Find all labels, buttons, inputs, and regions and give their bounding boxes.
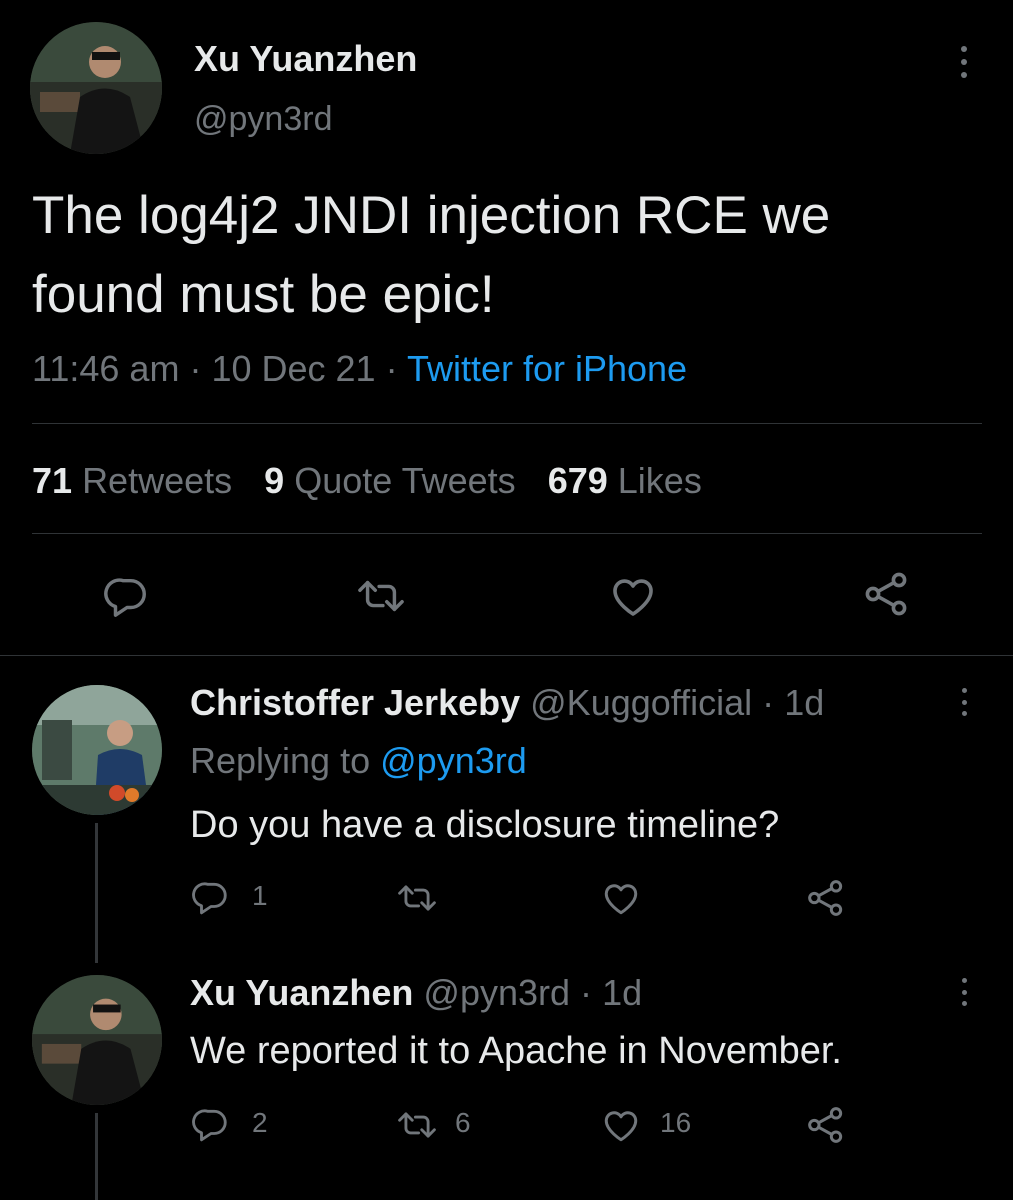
reply-author-handle[interactable]: @Kuggofficial — [530, 682, 752, 723]
replying-to-label: Replying to — [190, 740, 371, 781]
retweet-icon[interactable] — [355, 573, 407, 619]
reply-header: Xu Yuanzhen @pyn3rd · 1d — [190, 972, 642, 1014]
tweet-time[interactable]: 11:46 am — [32, 348, 179, 389]
reply-text: We reported it to Apache in November. — [190, 1030, 842, 1072]
like-icon[interactable] — [601, 1107, 641, 1143]
meta-separator: · — [762, 682, 775, 723]
reply-author-name[interactable]: Christoffer Jerkeby — [190, 682, 520, 723]
more-options-icon[interactable] — [960, 46, 968, 78]
like-count: 16 — [660, 1107, 692, 1138]
more-options-icon[interactable] — [961, 978, 968, 1006]
likes-label: Likes — [617, 460, 702, 501]
like-icon[interactable] — [609, 574, 657, 618]
retweets-label: Retweets — [82, 460, 233, 501]
reply-avatar[interactable] — [32, 975, 162, 1105]
reply-age[interactable]: 1d — [784, 682, 824, 723]
retweets-count: 71 — [32, 460, 73, 501]
divider — [32, 423, 982, 424]
retweets-stat[interactable]: 71 Retweets — [32, 460, 242, 501]
meta-separator: · — [189, 348, 202, 389]
author-avatar[interactable] — [30, 22, 162, 154]
retweet-count: 6 — [455, 1107, 471, 1138]
share-icon[interactable] — [806, 878, 846, 918]
reply-author-handle[interactable]: @pyn3rd — [423, 972, 570, 1013]
author-handle[interactable]: @pyn3rd — [194, 100, 332, 139]
tweet-stats: 71 Retweets 9 Quote Tweets 679 Likes — [32, 460, 702, 502]
reply-icon[interactable] — [104, 573, 150, 619]
reply-age[interactable]: 1d — [602, 972, 642, 1013]
avatar-photo — [32, 685, 162, 815]
avatar-photo — [30, 22, 162, 154]
retweet-icon[interactable] — [396, 1106, 438, 1144]
reply-count: 2 — [252, 1107, 268, 1138]
share-icon[interactable] — [806, 1105, 846, 1145]
tweet-date[interactable]: 10 Dec 21 — [211, 348, 375, 389]
quotes-label: Quote Tweets — [294, 460, 516, 501]
thread-line — [95, 1113, 98, 1200]
replying-to: Replying to @pyn3rd — [190, 740, 527, 782]
reply-icon[interactable] — [192, 1105, 230, 1143]
reply-header: Christoffer Jerkeby @Kuggofficial · 1d — [190, 682, 824, 724]
divider — [0, 655, 1013, 656]
more-options-icon[interactable] — [961, 688, 968, 716]
reply-avatar[interactable] — [32, 685, 162, 815]
tweet-source[interactable]: Twitter for iPhone — [407, 348, 687, 389]
divider — [32, 533, 982, 534]
retweet-icon[interactable] — [396, 879, 438, 917]
meta-separator: · — [580, 972, 593, 1013]
thread-line — [95, 823, 98, 963]
likes-count: 679 — [547, 460, 608, 501]
tweet-text-line-1: The log4j2 JNDI injection RCE we — [32, 186, 831, 245]
reply-text: Do you have a disclosure timeline? — [190, 804, 780, 846]
author-name[interactable]: Xu Yuanzhen — [194, 38, 417, 80]
meta-separator: · — [385, 348, 398, 389]
replying-to-handle[interactable]: @pyn3rd — [380, 740, 527, 781]
like-icon[interactable] — [601, 880, 641, 916]
quotes-stat[interactable]: 9 Quote Tweets — [264, 460, 526, 501]
tweet-meta: 11:46 am · 10 Dec 21 · Twitter for iPhon… — [32, 348, 687, 390]
tweet-text-line-2: found must be epic! — [32, 265, 495, 324]
reply-icon[interactable] — [192, 878, 230, 916]
quotes-count: 9 — [264, 460, 285, 501]
reply-count: 1 — [252, 880, 268, 911]
avatar-photo — [32, 975, 162, 1105]
likes-stat[interactable]: 679 Likes — [548, 460, 702, 501]
share-icon[interactable] — [862, 570, 912, 618]
reply-author-name[interactable]: Xu Yuanzhen — [190, 972, 413, 1013]
